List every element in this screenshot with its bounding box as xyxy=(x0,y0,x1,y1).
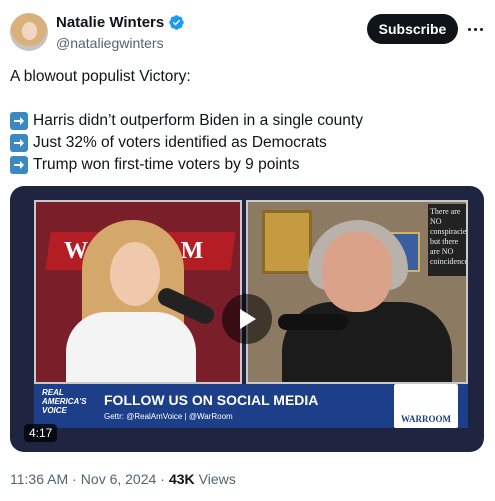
warroom-logo: WARROOM xyxy=(394,384,458,428)
author-name-row: Natalie Winters xyxy=(56,14,185,31)
post-point: Harris didn’t outperform Biden in a sing… xyxy=(10,110,480,132)
views-count[interactable]: 43K xyxy=(169,471,195,487)
quote-sign: There are NO conspiracies but there are … xyxy=(428,204,466,276)
lower-third: REAL AMERICA'S VOICE FOLLOW US ON SOCIAL… xyxy=(34,384,468,428)
author-handle[interactable]: @nataliegwinters xyxy=(56,35,164,51)
lower-third-title: FOLLOW US ON SOCIAL MEDIA xyxy=(104,392,319,408)
microphone-icon xyxy=(278,314,348,330)
lower-third-subtitle: Gettr: @RealAmVoice | @WarRoom xyxy=(104,412,233,421)
avatar-face xyxy=(22,22,37,40)
meta-separator: · xyxy=(72,471,77,487)
right-arrow-icon xyxy=(10,112,28,130)
post: Natalie Winters @nataliegwinters Subscri… xyxy=(0,0,495,501)
post-intro: A blowout populist Victory: xyxy=(10,68,191,85)
post-date[interactable]: Nov 6, 2024 xyxy=(81,471,157,487)
video-panel-right: There are NO conspiracies but there are … xyxy=(246,200,468,384)
author-name[interactable]: Natalie Winters xyxy=(56,14,164,31)
video-panel-left: WARROOM xyxy=(34,200,242,384)
post-time[interactable]: 11:36 AM xyxy=(10,471,68,487)
meta-separator: · xyxy=(160,471,165,487)
post-point-text: Just 32% of voters identified as Democra… xyxy=(33,134,327,151)
post-point: Trump won first-time voters by 9 points xyxy=(10,154,480,176)
avatar[interactable] xyxy=(10,13,48,51)
post-point-text: Harris didn’t outperform Biden in a sing… xyxy=(33,112,363,129)
views-label: Views xyxy=(198,471,236,487)
more-options-icon[interactable] xyxy=(465,19,485,39)
post-meta: 11:36 AM · Nov 6, 2024 · 43K Views xyxy=(10,471,236,487)
verified-badge-icon xyxy=(169,15,184,30)
post-text: A blowout populist Victory: Harris didn’… xyxy=(10,66,480,176)
post-point: Just 32% of voters identified as Democra… xyxy=(10,132,480,154)
play-icon xyxy=(240,309,256,329)
right-arrow-icon xyxy=(10,156,28,174)
video-duration: 4:17 xyxy=(24,424,58,442)
right-arrow-icon xyxy=(10,134,28,152)
painting-frame xyxy=(262,210,312,274)
subscribe-button[interactable]: Subscribe xyxy=(367,14,458,44)
play-button[interactable] xyxy=(222,294,272,344)
video-player[interactable]: WARROOM There are NO conspiracies but th… xyxy=(10,186,484,452)
real-americas-voice-logo: REAL AMERICA'S VOICE xyxy=(42,388,87,415)
post-point-text: Trump won first-time voters by 9 points xyxy=(33,156,300,173)
